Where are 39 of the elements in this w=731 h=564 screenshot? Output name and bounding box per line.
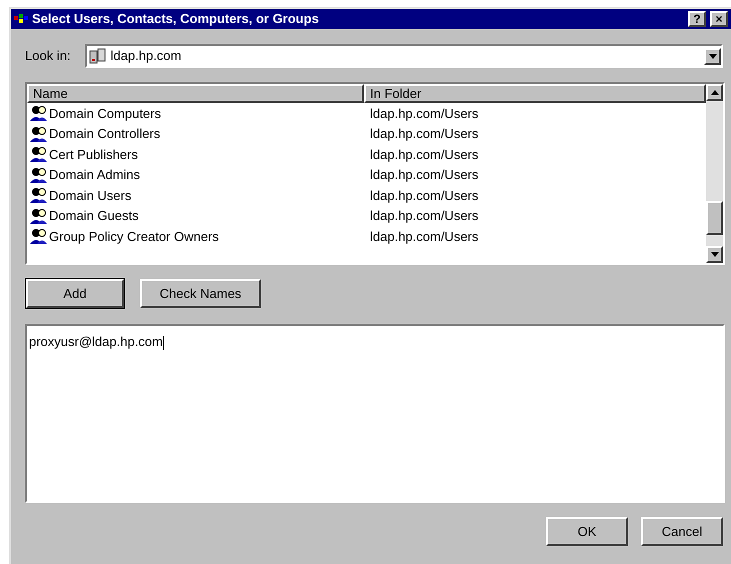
user-group-icon xyxy=(30,228,48,244)
table-cell-text: Group Policy Creator Owners xyxy=(49,228,219,246)
table-cell-text: Domain Admins xyxy=(49,166,140,184)
scrollbar[interactable] xyxy=(706,84,723,263)
scroll-down-icon[interactable] xyxy=(706,246,723,263)
user-group-icon xyxy=(30,105,48,122)
look-in-label: Look in: xyxy=(25,47,71,66)
table-cell-text: ldap.hp.com/Users xyxy=(369,228,478,246)
column-header[interactable]: Name xyxy=(27,84,364,103)
user-group-icon xyxy=(30,208,48,224)
user-group-icon xyxy=(30,126,48,142)
cancel-button[interactable]: Cancel xyxy=(641,517,723,546)
table-cell-text: ldap.hp.com/Users xyxy=(369,104,478,123)
server-icon xyxy=(88,48,107,64)
table-cell-text: ldap.hp.com/Users xyxy=(369,125,478,143)
scroll-thumb[interactable] xyxy=(706,201,723,235)
table-cell-text: ldap.hp.com/Users xyxy=(369,146,478,164)
table-cell-text: Cert Publishers xyxy=(49,146,138,164)
add-button[interactable]: Add xyxy=(26,279,124,308)
column-header[interactable]: In Folder xyxy=(364,84,706,103)
table-cell-text: Domain Controllers xyxy=(49,125,160,143)
app-icon xyxy=(14,13,28,25)
user-group-icon xyxy=(30,187,48,204)
scroll-up-icon[interactable] xyxy=(706,84,723,101)
names-text-area[interactable]: proxyusr@ldap.hp.com xyxy=(25,324,725,503)
table-cell-text: ldap.hp.com/Users xyxy=(369,166,478,184)
table-cell-text: Domain Guests xyxy=(49,207,139,225)
help-button[interactable]: ? xyxy=(688,11,706,27)
look-in-dropdown[interactable]: ldap.hp.com xyxy=(84,44,723,68)
ok-button[interactable]: OK xyxy=(546,517,628,546)
table-cell-text: Domain Computers xyxy=(49,104,161,123)
close-button[interactable]: × xyxy=(710,11,728,27)
table-cell-text: ldap.hp.com/Users xyxy=(369,186,478,205)
window-title: Select Users, Contacts, Computers, or Groups xyxy=(32,10,320,28)
user-group-icon xyxy=(30,146,48,162)
table-cell-text: ldap.hp.com/Users xyxy=(369,207,478,225)
user-group-icon xyxy=(30,166,48,183)
check-names-button[interactable]: Check Names xyxy=(140,279,261,308)
table-cell-text: Domain Users xyxy=(49,186,132,204)
